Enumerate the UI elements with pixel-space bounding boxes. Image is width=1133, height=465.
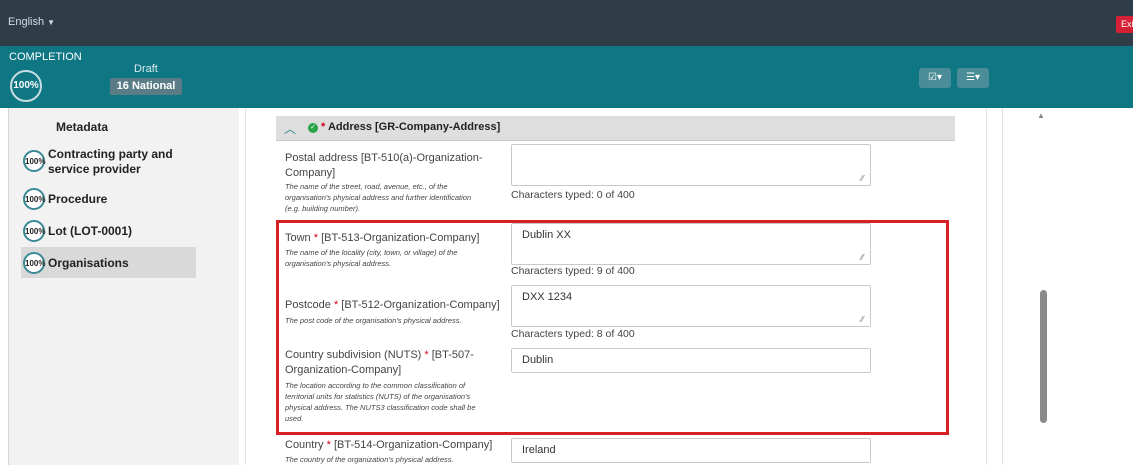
country-help: The country of the organization's physic… [285, 455, 454, 464]
completion-label: COMPLETION [9, 51, 82, 63]
panel-divider [245, 108, 246, 465]
exit-button[interactable]: Exit [1116, 16, 1133, 33]
checklist-icon: ☑▾ [928, 72, 942, 83]
label-text: Country [285, 439, 324, 451]
label-line: service provider [48, 162, 141, 176]
country-input[interactable]: Ireland [511, 438, 871, 463]
sidebar-item-organisations[interactable]: 100% Organisations [21, 247, 196, 278]
postal-address-help: The name of the street, road, avenue, et… [285, 181, 471, 214]
notice-type-badge: 16 National [110, 78, 182, 95]
progress-circle: 100% [23, 220, 45, 242]
validate-dropdown-button[interactable]: ☑▾ [919, 68, 951, 88]
sidebar-item-label: Organisations [48, 256, 129, 270]
progress-circle: 100% [23, 252, 45, 274]
label-line: Company] [285, 167, 336, 179]
settings-dropdown-button[interactable]: ☰▾ [957, 68, 989, 88]
highlight-box [276, 220, 949, 435]
language-label: English [8, 16, 45, 28]
sidebar-item-label: Procedure [48, 192, 108, 206]
label-line: Postal address [BT-510(a)-Organization- [285, 152, 483, 164]
help-line: (e.g. building number). [285, 204, 361, 213]
status-label: Draft [134, 63, 158, 75]
progress-circle: 100% [23, 150, 45, 172]
progress-circle: 100% [23, 188, 45, 210]
caret-down-icon: ▼ [47, 18, 55, 27]
sidebar-item-label: Contracting party and service provider [48, 147, 173, 177]
postal-address-label: Postal address [BT-510(a)-Organization- … [285, 151, 482, 181]
address-section-header[interactable]: ︿ ✓ * Address [GR-Company-Address] [276, 116, 955, 141]
sidebar-item-label: Lot (LOT-0001) [48, 224, 133, 238]
sidebar-item-metadata[interactable]: Metadata [56, 120, 108, 134]
required-star: * [326, 439, 331, 451]
completion-progress-circle: 100% [10, 70, 42, 102]
help-line: The name of the street, road, avenue, et… [285, 182, 448, 191]
chevron-up-icon[interactable]: ︿ [284, 120, 296, 137]
help-line: organisation's physical address and furt… [285, 193, 472, 202]
check-circle-icon: ✓ [308, 123, 318, 133]
postal-address-char-count: Characters typed: 0 of 400 [511, 189, 635, 201]
country-label: Country * [BT-514-Organization-Company] [285, 438, 492, 453]
sliders-icon: ☰▾ [966, 72, 980, 83]
label-code: [BT-514-Organization-Company] [333, 439, 493, 451]
scroll-up-arrow-icon[interactable]: ▲ [1037, 111, 1045, 120]
sidebar: Metadata 100% Contracting party and serv… [8, 108, 239, 465]
required-star: * [321, 121, 326, 133]
postal-address-input[interactable] [511, 144, 871, 186]
section-title-text: Address [GR-Company-Address] [327, 121, 501, 133]
language-selector[interactable]: English ▼ [8, 16, 55, 28]
label-line: Contracting party and [48, 147, 173, 161]
section-title: * Address [GR-Company-Address] [321, 121, 500, 133]
top-bar: English▼ Exit [0, 0, 1133, 46]
